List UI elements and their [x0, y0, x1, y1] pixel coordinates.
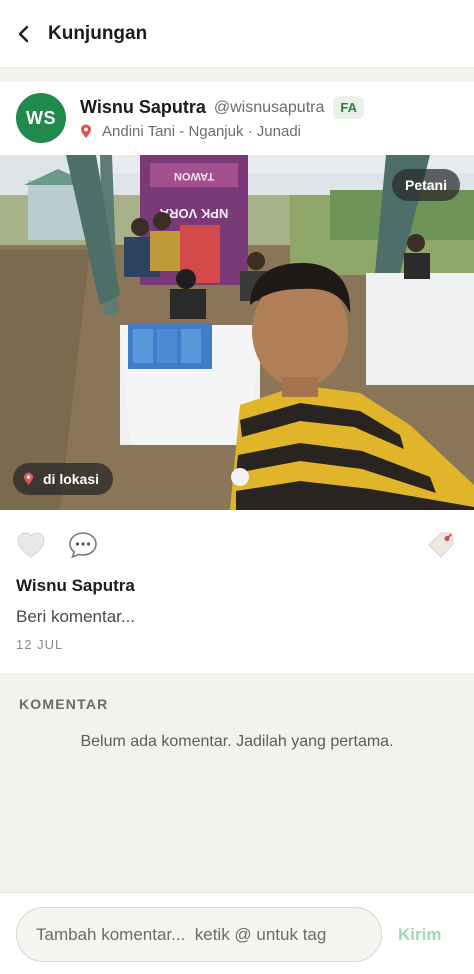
post-header: WS Wisnu Saputra @wisnusaputra FA Andini… — [0, 82, 474, 155]
avatar[interactable]: WS — [16, 93, 66, 143]
comments-title: KOMENTAR — [19, 696, 109, 712]
author-handle[interactable]: @wisnusaputra — [214, 99, 325, 117]
category-badge: Petani — [391, 169, 460, 201]
post-actions — [0, 510, 474, 580]
back-button[interactable] — [0, 0, 48, 68]
section-divider — [0, 68, 474, 82]
like-button[interactable] — [14, 528, 48, 562]
tag-button[interactable] — [424, 528, 458, 562]
role-badge: FA — [333, 96, 364, 119]
heart-icon — [17, 532, 45, 558]
svg-text:TAWON: TAWON — [174, 170, 214, 182]
author-name[interactable]: Wisnu Saputra — [80, 97, 206, 118]
top-bar: Kunjungan — [0, 0, 474, 68]
comments-section: KOMENTAR Belum ada komentar. Jadilah yan… — [0, 673, 474, 892]
location-badge-label: di lokasi — [43, 471, 100, 487]
location-verified-badge: di lokasi — [13, 463, 114, 495]
visit-photo-illustration: TAWON NPK VORA — [0, 155, 474, 510]
comment-composer: Kirim — [0, 892, 474, 974]
author-row: Wisnu Saputra @wisnusaputra FA — [80, 96, 364, 119]
comment-input[interactable] — [16, 907, 382, 962]
speech-bubble-icon — [69, 532, 97, 559]
map-pin-icon — [23, 472, 34, 486]
page-title: Kunjungan — [48, 22, 148, 44]
map-pin-icon — [80, 124, 92, 139]
tag-icon — [428, 532, 454, 558]
caption-placeholder[interactable]: Beri komentar... — [16, 607, 135, 627]
post-photo[interactable]: TAWON NPK VORA Petani di lokasi — [0, 155, 474, 510]
chevron-left-icon — [18, 25, 29, 42]
send-button[interactable]: Kirim — [398, 907, 441, 962]
post-date: 12 JUL — [16, 637, 64, 652]
comments-empty-state: Belum ada komentar. Jadilah yang pertama… — [80, 733, 394, 750]
caption-author[interactable]: Wisnu Saputra — [16, 576, 135, 596]
location-text: Andini Tani - Nganjuk · Junadi — [102, 123, 302, 140]
post-location: Andini Tani - Nganjuk · Junadi — [80, 123, 301, 140]
comment-button[interactable] — [66, 528, 100, 562]
